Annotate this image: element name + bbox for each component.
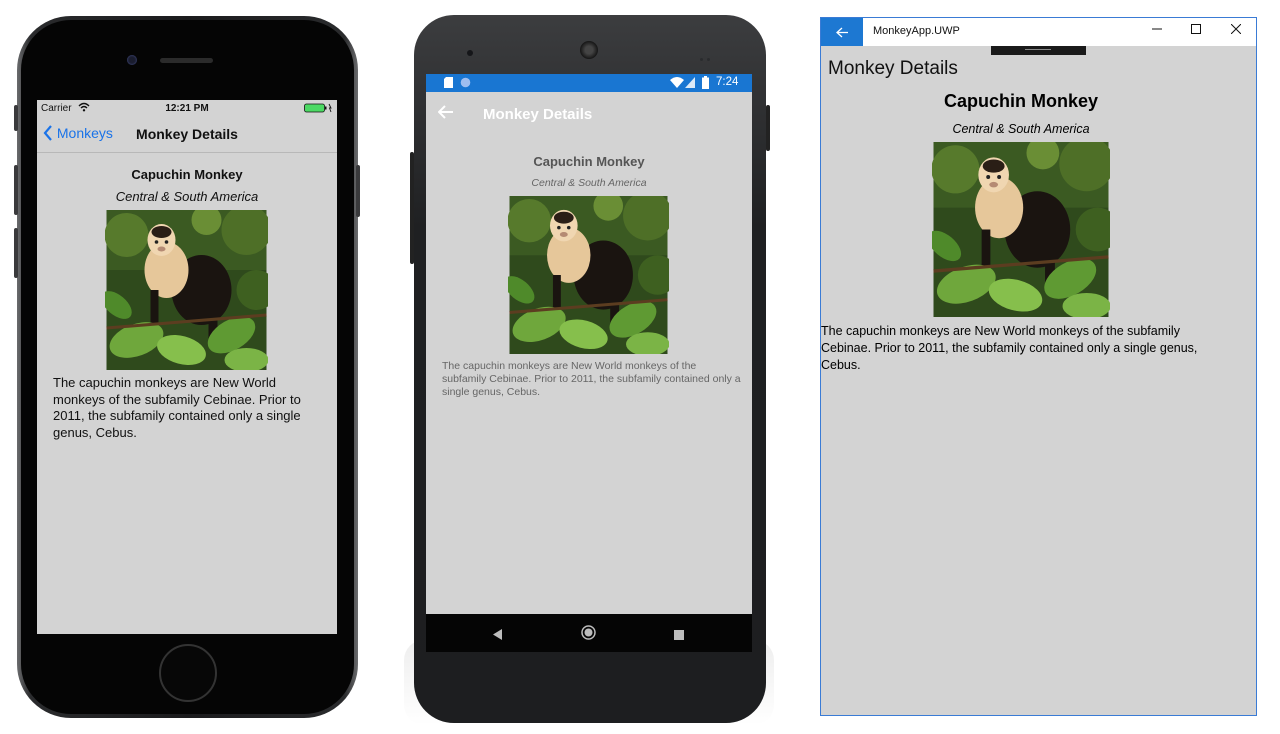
android-status-bar: 7:24	[426, 74, 752, 92]
ios-monkey-location: Central & South America	[115, 189, 259, 204]
iphone-power-button	[356, 165, 360, 217]
android-navigation-bar	[426, 614, 752, 652]
ios-navigation-bar: Monkeys Monkey Details	[37, 117, 337, 153]
ios-status-time: 12:21 PM	[165, 103, 209, 114]
uwp-page-title: Monkey Details	[828, 58, 958, 79]
iphone-camera	[127, 55, 137, 65]
sync-icon	[460, 77, 471, 91]
uwp-window: MonkeyApp.UWP Monkey Details Capuchin Mo…	[820, 17, 1257, 716]
uwp-monkey-details: The capuchin monkeys are New World monke…	[821, 324, 1198, 372]
iphone-home-button[interactable]	[159, 644, 217, 702]
wifi-icon	[670, 77, 684, 91]
uwp-drag-handle[interactable]	[991, 46, 1086, 55]
nav-home-icon[interactable]	[581, 625, 596, 645]
android-page-title: Monkey Details	[483, 106, 593, 123]
android-monkey-location: Central & South America	[531, 177, 647, 189]
ios-page-title: Monkey Details	[136, 126, 238, 142]
nav-recents-icon[interactable]	[674, 627, 684, 645]
android-status-time: 7:24	[716, 76, 739, 88]
ios-monkey-image	[105, 210, 268, 370]
minimize-icon[interactable]	[1147, 22, 1167, 37]
android-volume-button	[410, 152, 414, 264]
sd-card-icon	[444, 77, 453, 91]
uwp-monkey-image	[932, 142, 1110, 317]
iphone-mute-switch	[14, 105, 18, 131]
android-power-button	[766, 105, 770, 151]
close-icon[interactable]	[1226, 22, 1246, 37]
iphone-volume-up	[14, 165, 18, 215]
android-front-camera	[580, 41, 598, 59]
iphone-speaker	[160, 58, 213, 63]
android-monkey-name: Capuchin Monkey	[533, 154, 645, 169]
battery-icon	[304, 103, 334, 116]
uwp-monkey-name: Capuchin Monkey	[943, 91, 1099, 111]
uwp-window-title: MonkeyApp.UWP	[873, 25, 960, 37]
battery-icon	[702, 76, 709, 92]
android-sensor-dots	[700, 48, 712, 61]
maximize-icon[interactable]	[1186, 22, 1206, 37]
ios-status-bar: Carrier 12:21 PM	[37, 100, 337, 117]
iphone-volume-down	[14, 228, 18, 278]
android-screen: 7:24 Monkey Details Capuchin Monkey Cent…	[426, 74, 752, 652]
ios-screen: Carrier 12:21 PM Monkeys Monkey Details …	[37, 100, 337, 634]
back-arrow-icon	[835, 27, 848, 38]
ios-monkey-name: Capuchin Monkey	[131, 167, 243, 182]
uwp-monkey-location: Central & South America	[952, 122, 1090, 136]
android-toolbar: Monkey Details	[426, 92, 752, 138]
signal-icon	[685, 77, 695, 91]
ios-monkey-details: The capuchin monkeys are New World monke…	[53, 375, 301, 440]
back-arrow-icon[interactable]	[437, 103, 454, 124]
uwp-back-button[interactable]	[821, 18, 863, 46]
android-sensor	[467, 50, 473, 56]
uwp-title-bar: MonkeyApp.UWP	[821, 18, 1256, 46]
android-monkey-details: The capuchin monkeys are New World monke…	[442, 360, 741, 398]
nav-back-icon[interactable]	[493, 627, 503, 645]
android-monkey-image	[508, 196, 669, 354]
